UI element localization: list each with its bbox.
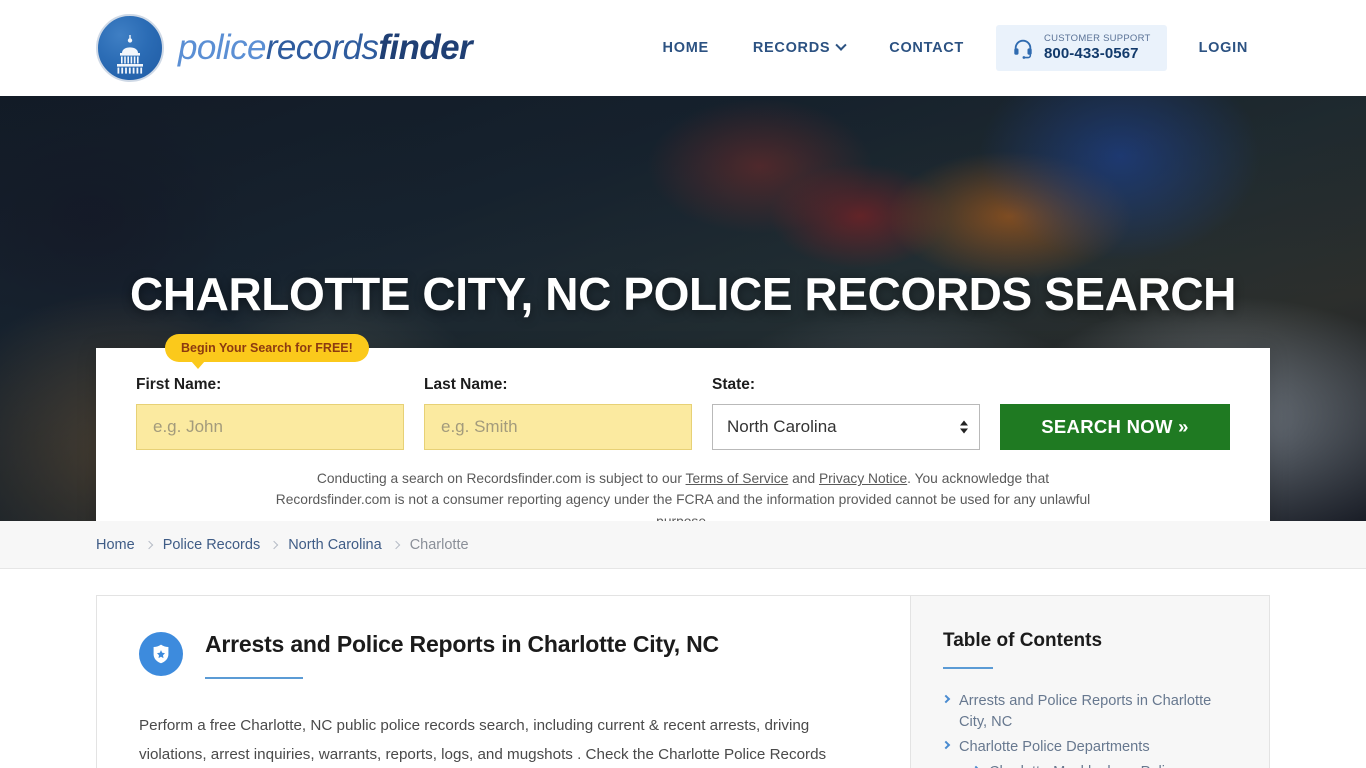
free-search-badge: Begin Your Search for FREE! — [165, 334, 369, 369]
breadcrumb-item-home[interactable]: Home — [96, 537, 135, 553]
disclaimer-text-2: and — [788, 471, 819, 486]
site-logo[interactable]: policerecordsfinder — [96, 14, 473, 82]
table-of-contents-sidebar: Table of Contents Arrests and Police Rep… — [911, 596, 1269, 768]
section-title-block: Arrests and Police Reports in Charlotte … — [205, 630, 719, 679]
toc-link-arrests-reports[interactable]: Arrests and Police Reports in Charlotte … — [941, 691, 1239, 733]
police-badge-icon — [139, 632, 183, 676]
search-now-button[interactable]: SEARCH NOW » — [1000, 404, 1230, 450]
breadcrumb-separator-icon — [144, 540, 153, 549]
brand-wordmark: policerecordsfinder — [178, 28, 473, 68]
main-navigation: HOME RECORDS CONTACT CUSTOMER SUPPORT 80… — [641, 24, 1270, 72]
chevron-right-icon — [941, 740, 951, 749]
first-name-field-group: First Name: — [136, 376, 404, 450]
search-form-card: Begin Your Search for FREE! First Name: … — [96, 334, 1270, 521]
nav-label-contact: CONTACT — [889, 39, 964, 56]
state-select[interactable] — [712, 404, 980, 450]
breadcrumb-separator-icon — [269, 540, 279, 549]
first-name-input[interactable] — [136, 404, 404, 450]
toc-underline — [943, 667, 993, 669]
toc-title: Table of Contents — [943, 630, 1103, 651]
last-name-field-group: Last Name: — [424, 376, 692, 450]
privacy-notice-link[interactable]: Privacy Notice — [819, 471, 907, 486]
toc-label: Arrests and Police Reports in Charlotte … — [959, 693, 1212, 730]
brand-part-1: police — [178, 28, 266, 67]
heading-underline — [205, 676, 303, 679]
section-heading: Arrests and Police Reports in Charlotte … — [205, 631, 719, 657]
toc-link-police-departments[interactable]: Charlotte Police Departments — [941, 737, 1239, 758]
chevron-down-icon — [835, 39, 847, 51]
first-name-label: First Name: — [136, 376, 222, 393]
section-header: Arrests and Police Reports in Charlotte … — [139, 630, 866, 679]
brand-part-2: records — [265, 28, 379, 67]
support-phone: 800-433-0567 — [1043, 44, 1139, 62]
capitol-dome-svg — [117, 35, 143, 74]
state-field-group: State: — [712, 376, 980, 450]
last-name-input[interactable] — [424, 404, 692, 450]
nav-item-home[interactable]: HOME — [641, 30, 731, 66]
page-body: Arrests and Police Reports in Charlotte … — [96, 595, 1270, 768]
disclaimer-text-1: Conducting a search on Recordsfinder.com… — [316, 471, 686, 486]
breadcrumb-separator-icon — [391, 540, 400, 549]
nav-item-contact[interactable]: CONTACT — [867, 30, 986, 66]
intro-paragraph: Perform a free Charlotte, NC public poli… — [139, 716, 827, 763]
terms-of-service-link[interactable]: Terms of Service — [686, 471, 789, 486]
state-label: State: — [712, 376, 756, 393]
headset-icon — [1014, 39, 1032, 59]
capitol-dome-icon — [96, 14, 164, 82]
breadcrumb-item-charlotte: Charlotte — [409, 536, 469, 553]
breadcrumb-item-police-records[interactable]: Police Records — [163, 537, 261, 553]
nav-item-login[interactable]: LOGIN — [1177, 30, 1270, 66]
state-select-wrapper — [712, 404, 980, 450]
toc-link-charlotte-mecklenburg-police[interactable]: Charlotte-Mecklenburg Police — [971, 762, 1239, 768]
breadcrumb: Home Police Records North Carolina Charl… — [0, 521, 1366, 569]
nav-label-login: LOGIN — [1198, 39, 1248, 56]
nav-label-home: HOME — [662, 39, 709, 56]
nav-label-records: RECORDS — [752, 39, 831, 56]
search-form-row: First Name: Last Name: State: SEARCH NOW… — [136, 376, 1230, 450]
support-label: CUSTOMER SUPPORT — [1043, 32, 1151, 44]
site-header: policerecordsfinder HOME RECORDS CONTACT… — [0, 0, 1366, 96]
breadcrumb-item-north-carolina[interactable]: North Carolina — [288, 537, 382, 553]
hero-section: CHARLOTTE CITY, NC POLICE RECORDS SEARCH… — [0, 96, 1366, 521]
main-content: Arrests and Police Reports in Charlotte … — [97, 596, 911, 768]
search-disclaimer: Conducting a search on Recordsfinder.com… — [268, 468, 1098, 521]
chevron-right-icon — [941, 694, 951, 704]
toc-label: Charlotte Police Departments — [959, 738, 1150, 755]
customer-support-box[interactable]: CUSTOMER SUPPORT 800-433-0567 — [995, 24, 1167, 72]
page-title: CHARLOTTE CITY, NC POLICE RECORDS SEARCH — [130, 267, 1236, 320]
nav-item-records[interactable]: RECORDS — [731, 30, 867, 66]
police-badge-svg — [153, 644, 169, 664]
brand-part-3: finder — [378, 28, 472, 67]
last-name-label: Last Name: — [424, 376, 508, 393]
toc-label: Charlotte-Mecklenburg Police — [989, 762, 1180, 768]
